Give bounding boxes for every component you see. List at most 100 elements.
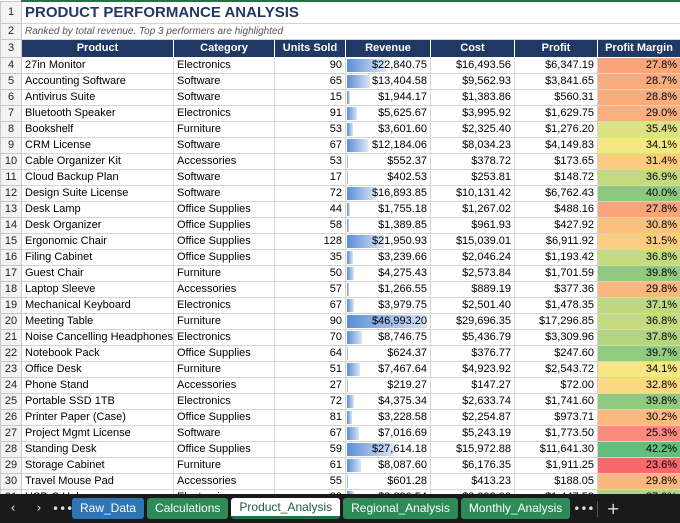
cell-category[interactable]: Software bbox=[173, 89, 275, 106]
cell-profit[interactable]: $1,773.50 bbox=[514, 425, 598, 442]
cell-units-sold[interactable]: 53 bbox=[274, 121, 346, 138]
cell-category[interactable]: Office Supplies bbox=[173, 233, 275, 250]
cell-cost[interactable]: $378.72 bbox=[430, 153, 515, 170]
cell-units-sold[interactable]: 67 bbox=[274, 137, 346, 154]
cell-cost[interactable]: $4,923.92 bbox=[430, 361, 515, 378]
cell-units-sold[interactable]: 65 bbox=[274, 73, 346, 90]
cell-profit[interactable]: $1,478.35 bbox=[514, 297, 598, 314]
more-sheets-right-icon[interactable]: ••• bbox=[573, 502, 594, 516]
row-header[interactable]: 3 bbox=[0, 39, 22, 58]
cell-units-sold[interactable]: 58 bbox=[274, 217, 346, 234]
cell-profit[interactable]: $6,347.19 bbox=[514, 57, 598, 74]
cell-profit-margin[interactable]: 31.5% bbox=[596, 233, 680, 250]
cell-revenue[interactable]: $7,016.69 bbox=[345, 425, 431, 442]
cell-profit-margin[interactable]: 31.4% bbox=[596, 153, 680, 170]
cell-units-sold[interactable]: 51 bbox=[274, 361, 346, 378]
cell-product[interactable]: Travel Mouse Pad bbox=[21, 473, 174, 490]
more-sheets-left-icon[interactable]: ••• bbox=[52, 502, 73, 516]
cell-profit[interactable]: $973.71 bbox=[514, 409, 598, 426]
row-header[interactable]: 18 bbox=[0, 281, 22, 298]
cell-units-sold[interactable]: 50 bbox=[274, 265, 346, 282]
cell-cost[interactable]: $376.77 bbox=[430, 345, 515, 362]
cell-product[interactable]: Portable SSD 1TB bbox=[21, 393, 174, 410]
row-header[interactable]: 16 bbox=[0, 249, 22, 266]
cell-profit-margin[interactable]: 40.0% bbox=[596, 185, 680, 202]
cell-category[interactable]: Electronics bbox=[173, 329, 275, 346]
cell-units-sold[interactable]: 64 bbox=[274, 345, 346, 362]
cell-profit-margin[interactable]: 37.1% bbox=[596, 297, 680, 314]
sheet-tab-calculations[interactable]: Calculations bbox=[147, 498, 229, 519]
cell-profit-margin[interactable]: 25.3% bbox=[596, 425, 680, 442]
cell-revenue[interactable]: $402.53 bbox=[345, 169, 431, 186]
cell-profit-margin[interactable]: 35.4% bbox=[596, 121, 680, 138]
row-header[interactable]: 22 bbox=[0, 345, 22, 362]
cell-profit-margin[interactable]: 37.8% bbox=[596, 329, 680, 346]
row-header[interactable]: 14 bbox=[0, 217, 22, 234]
cell-units-sold[interactable]: 57 bbox=[274, 281, 346, 298]
cell-category[interactable]: Software bbox=[173, 425, 275, 442]
cell-product[interactable]: Cloud Backup Plan bbox=[21, 169, 174, 186]
cell-product[interactable]: Laptop Sleeve bbox=[21, 281, 174, 298]
cell-revenue[interactable]: $1,944.17 bbox=[345, 89, 431, 106]
sheet-title[interactable]: PRODUCT PERFORMANCE ANALYSIS bbox=[20, 0, 680, 24]
cell-profit-margin[interactable]: 39.8% bbox=[596, 393, 680, 410]
sheet-tab-raw-data[interactable]: Raw_Data bbox=[72, 498, 145, 519]
cell-category[interactable]: Office Supplies bbox=[173, 345, 275, 362]
cell-category[interactable]: Software bbox=[173, 185, 275, 202]
cell-profit-margin[interactable]: 39.8% bbox=[596, 265, 680, 282]
cell-profit[interactable]: $427.92 bbox=[514, 217, 598, 234]
cell-product[interactable]: Bookshelf bbox=[21, 121, 174, 138]
cell-product[interactable]: Project Mgmt License bbox=[21, 425, 174, 442]
cell-units-sold[interactable]: 72 bbox=[274, 185, 346, 202]
row-header[interactable]: 13 bbox=[0, 201, 22, 218]
cell-profit-margin[interactable]: 27.8% bbox=[596, 201, 680, 218]
cell-cost[interactable]: $253.81 bbox=[430, 169, 515, 186]
cell-units-sold[interactable]: 81 bbox=[274, 409, 346, 426]
cell-units-sold[interactable]: 72 bbox=[274, 393, 346, 410]
row-header[interactable]: 21 bbox=[0, 329, 22, 346]
cell-revenue[interactable]: $5,625.67 bbox=[345, 105, 431, 122]
cell-category[interactable]: Electronics bbox=[173, 105, 275, 122]
cell-cost[interactable]: $2,633.74 bbox=[430, 393, 515, 410]
cell-profit[interactable]: $488.16 bbox=[514, 201, 598, 218]
cell-units-sold[interactable]: 59 bbox=[274, 441, 346, 458]
cell-profit-margin[interactable]: 34.1% bbox=[596, 137, 680, 154]
row-header[interactable]: 24 bbox=[0, 377, 22, 394]
cell-revenue[interactable]: $1,266.55 bbox=[345, 281, 431, 298]
cell-product[interactable]: CRM License bbox=[21, 137, 174, 154]
cell-revenue[interactable]: $12,184.06 bbox=[345, 137, 431, 154]
cell-product[interactable]: Noise Cancelling Headphones bbox=[21, 329, 174, 346]
cell-revenue[interactable]: $22,840.75 bbox=[345, 57, 431, 74]
cell-cost[interactable]: $961.93 bbox=[430, 217, 515, 234]
cell-units-sold[interactable]: 55 bbox=[274, 473, 346, 490]
row-header[interactable]: 30 bbox=[0, 473, 22, 490]
cell-category[interactable]: Software bbox=[173, 169, 275, 186]
cell-revenue[interactable]: $601.28 bbox=[345, 473, 431, 490]
cell-profit[interactable]: $247.60 bbox=[514, 345, 598, 362]
cell-cost[interactable]: $10,131.42 bbox=[430, 185, 515, 202]
cell-cost[interactable]: $9,562.93 bbox=[430, 73, 515, 90]
cell-revenue[interactable]: $46,993.20 bbox=[345, 313, 431, 330]
cell-product[interactable]: Notebook Pack bbox=[21, 345, 174, 362]
cell-product[interactable]: Desk Lamp bbox=[21, 201, 174, 218]
cell-profit[interactable]: $1,276.20 bbox=[514, 121, 598, 138]
cell-cost[interactable]: $5,436.79 bbox=[430, 329, 515, 346]
cell-profit-margin[interactable]: 29.8% bbox=[596, 281, 680, 298]
cell-cost[interactable]: $2,325.40 bbox=[430, 121, 515, 138]
cell-category[interactable]: Software bbox=[173, 73, 275, 90]
cell-revenue[interactable]: $21,950.93 bbox=[345, 233, 431, 250]
cell-profit[interactable]: $6,911.92 bbox=[514, 233, 598, 250]
cell-category[interactable]: Accessories bbox=[173, 153, 275, 170]
row-header[interactable]: 23 bbox=[0, 361, 22, 378]
cell-profit[interactable]: $377.36 bbox=[514, 281, 598, 298]
cell-revenue[interactable]: $624.37 bbox=[345, 345, 431, 362]
cell-units-sold[interactable]: 128 bbox=[274, 233, 346, 250]
sheet-subtitle[interactable]: Ranked by total revenue. Top 3 performer… bbox=[20, 23, 680, 40]
cell-cost[interactable]: $3,995.92 bbox=[430, 105, 515, 122]
cell-category[interactable]: Furniture bbox=[173, 121, 275, 138]
cell-product[interactable]: Printer Paper (Case) bbox=[21, 409, 174, 426]
row-header[interactable]: 12 bbox=[0, 185, 22, 202]
cell-product[interactable]: Desk Organizer bbox=[21, 217, 174, 234]
cell-category[interactable]: Electronics bbox=[173, 57, 275, 74]
cell-units-sold[interactable]: 44 bbox=[274, 201, 346, 218]
